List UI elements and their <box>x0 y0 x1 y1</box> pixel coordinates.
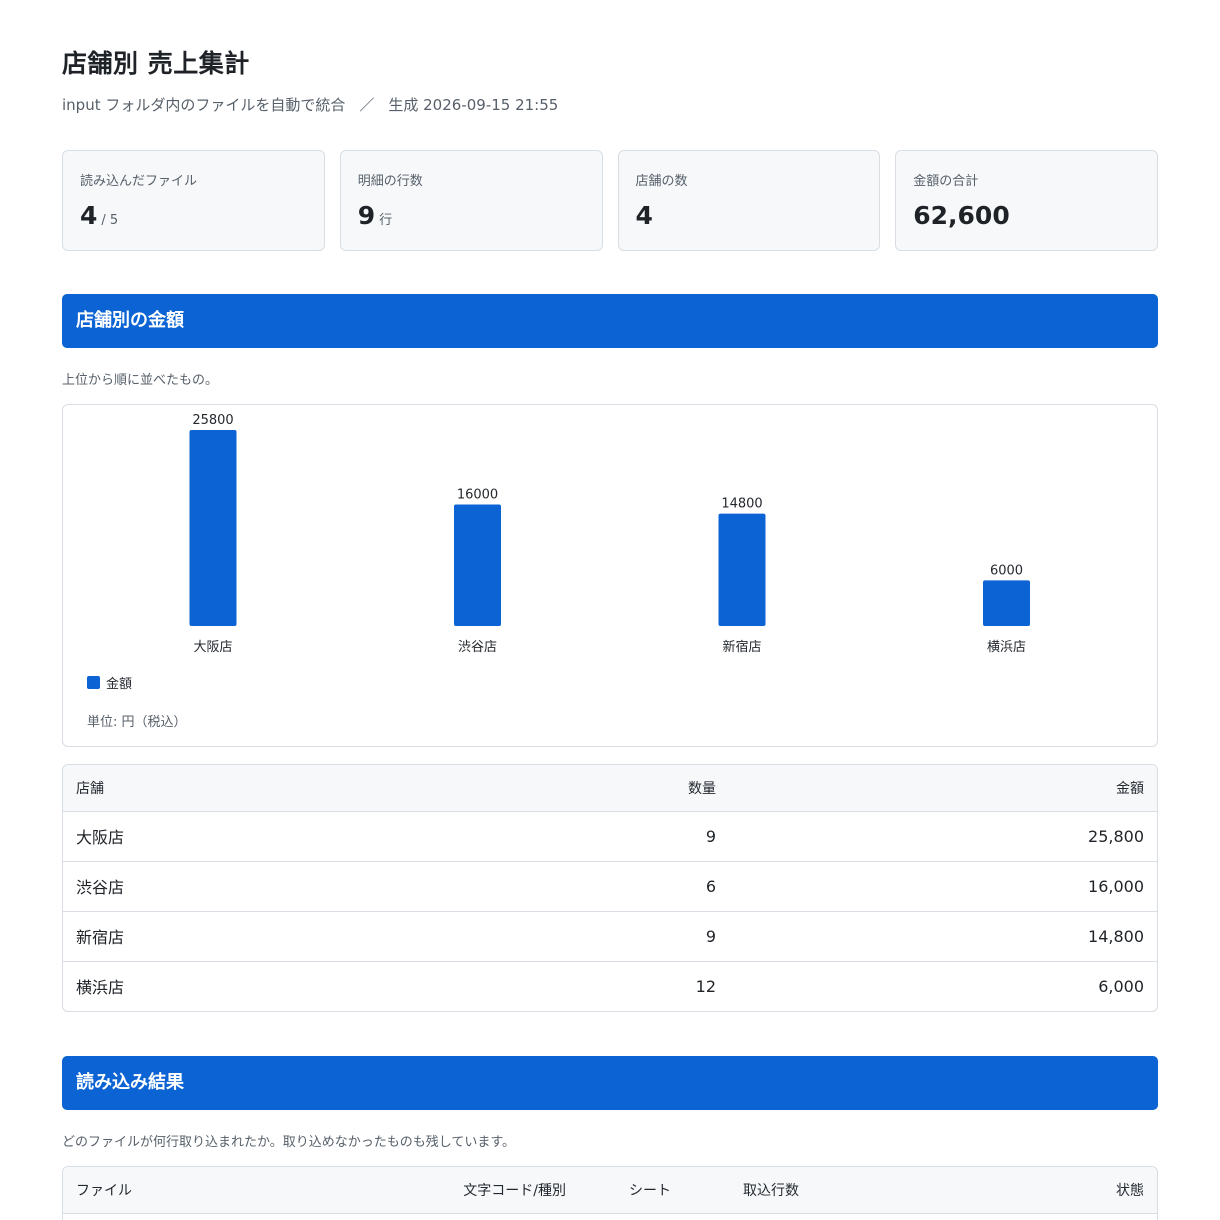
card-value: 4/ 5 <box>80 201 307 230</box>
card-label: 金額の合計 <box>913 174 979 189</box>
bar-value-label: 16000 <box>457 487 498 502</box>
table-row: 大阪店 9 25,800 <box>63 811 1157 862</box>
cell-quantity: 9 <box>443 911 729 962</box>
card-label: 読み込んだファイル <box>80 174 198 189</box>
column-header-store: 店舗 <box>63 765 443 812</box>
table-header-row: 店舗 数量 金額 <box>63 765 1157 812</box>
cell-amount: 6,000 <box>1098 976 1144 996</box>
summary-cards: 読み込んだファイル 4/ 5 明細の行数 9行 店舗の数 4 金額の合計 62,… <box>62 150 1158 251</box>
category-label: 渋谷店 <box>458 640 497 655</box>
bar-渋谷店 <box>454 504 501 626</box>
store-table: 店舗 数量 金額 大阪店 9 25,800 渋谷店 6 16,000 新宿店 9… <box>62 764 1158 1012</box>
column-header-status: 状態 <box>929 1167 1157 1214</box>
column-header-file: ファイル <box>63 1167 373 1214</box>
load-results-table: ファイル 文字コード/種別 シート 取込行数 状態 <box>62 1166 1158 1220</box>
section-note-load: どのファイルが何行取り込まれたか。取り込めなかったものも残しています。 <box>62 1135 516 1150</box>
card-unit: 行 <box>379 213 393 228</box>
bar-chart: 25800 大阪店 16000 渋谷店 14800 新宿店 6000 横浜店 金額 単位: 円… <box>62 404 1158 747</box>
card-value: 62,600 <box>913 201 1140 230</box>
chart-legend: 金額 <box>87 673 132 692</box>
column-header-rows-imported: 取込行数 <box>729 1167 929 1214</box>
page-title: 店舗別 売上集計 <box>62 49 250 78</box>
card-files-loaded: 読み込んだファイル 4/ 5 <box>62 150 325 251</box>
bar-value-label: 25800 <box>192 413 233 428</box>
cell-store: 新宿店 <box>63 911 443 962</box>
cell-quantity: 9 <box>443 811 729 862</box>
legend-label: 金額 <box>106 677 133 692</box>
cell-store: 大阪店 <box>63 811 443 862</box>
card-detail-rows: 明細の行数 9行 <box>339 150 603 251</box>
category-label: 新宿店 <box>722 639 761 655</box>
card-amount-total: 金額の合計 62,600 <box>895 150 1158 251</box>
bar-横浜店 <box>983 580 1030 626</box>
card-value-number: 4 <box>80 201 98 230</box>
cell-amount: 16,000 <box>729 861 1157 912</box>
legend-swatch <box>87 676 100 689</box>
card-value-number: 4 <box>635 201 653 230</box>
subtitle-generated: 生成 2026-09-15 21:55 <box>388 96 559 114</box>
table-row: 横浜店 12 6,000 <box>63 961 1157 1011</box>
bar-value-label: 6000 <box>990 563 1023 578</box>
cell-store: 渋谷店 <box>63 861 443 912</box>
bar-chart-svg: 25800 大阪店 16000 渋谷店 14800 新宿店 6000 横浜店 <box>189 413 1030 655</box>
page-subtitle: input フォルダ内のファイルを自動で統合 ／ 生成 2026-09-15 21:… <box>62 94 558 115</box>
bar-value-label: 14800 <box>721 497 762 512</box>
bar-大阪店 <box>189 430 237 626</box>
bar-新宿店 <box>718 513 766 626</box>
cell-amount: 25,800 <box>729 811 1157 862</box>
subtitle-separator: ／ <box>359 96 375 114</box>
cell-store: 横浜店 <box>76 978 125 998</box>
column-header-quantity: 数量 <box>443 765 729 812</box>
table-header-row: ファイル 文字コード/種別 シート 取込行数 状態 <box>63 1167 1157 1214</box>
category-label: 大阪店 <box>193 640 232 655</box>
category-label: 横浜店 <box>987 640 1026 655</box>
subtitle-source: input フォルダ内のファイルを自動で統合 <box>62 96 346 114</box>
column-header-amount: 金額 <box>729 765 1157 812</box>
table-row: 渋谷店 6 16,000 <box>63 861 1157 912</box>
card-store-count: 店舗の数 4 <box>617 150 881 251</box>
card-unit: / 5 <box>101 213 119 228</box>
card-value: 4 <box>636 201 863 230</box>
cell-quantity: 12 <box>695 976 716 996</box>
card-label: 店舗の数 <box>635 174 688 189</box>
card-value: 9行 <box>358 201 585 230</box>
card-label: 明細の行数 <box>357 174 423 189</box>
section-header-load-results: 読み込み結果 <box>62 1056 1158 1110</box>
column-header-encoding: 文字コード/種別 <box>373 1167 579 1214</box>
column-header-sheet: シート <box>579 1167 729 1214</box>
chart-unit-note: 単位: 円（税込） <box>87 715 187 730</box>
cell-amount: 14,800 <box>729 911 1157 962</box>
card-value-number: 9 <box>357 201 376 230</box>
section-note-store: 上位から順に並べたもの。 <box>62 373 219 388</box>
section-header-store-amount: 店舗別の金額 <box>62 294 1158 348</box>
cell-quantity: 6 <box>443 861 729 912</box>
card-value-number: 62,600 <box>913 201 1010 230</box>
table-row: 新宿店 9 14,800 <box>63 911 1157 962</box>
